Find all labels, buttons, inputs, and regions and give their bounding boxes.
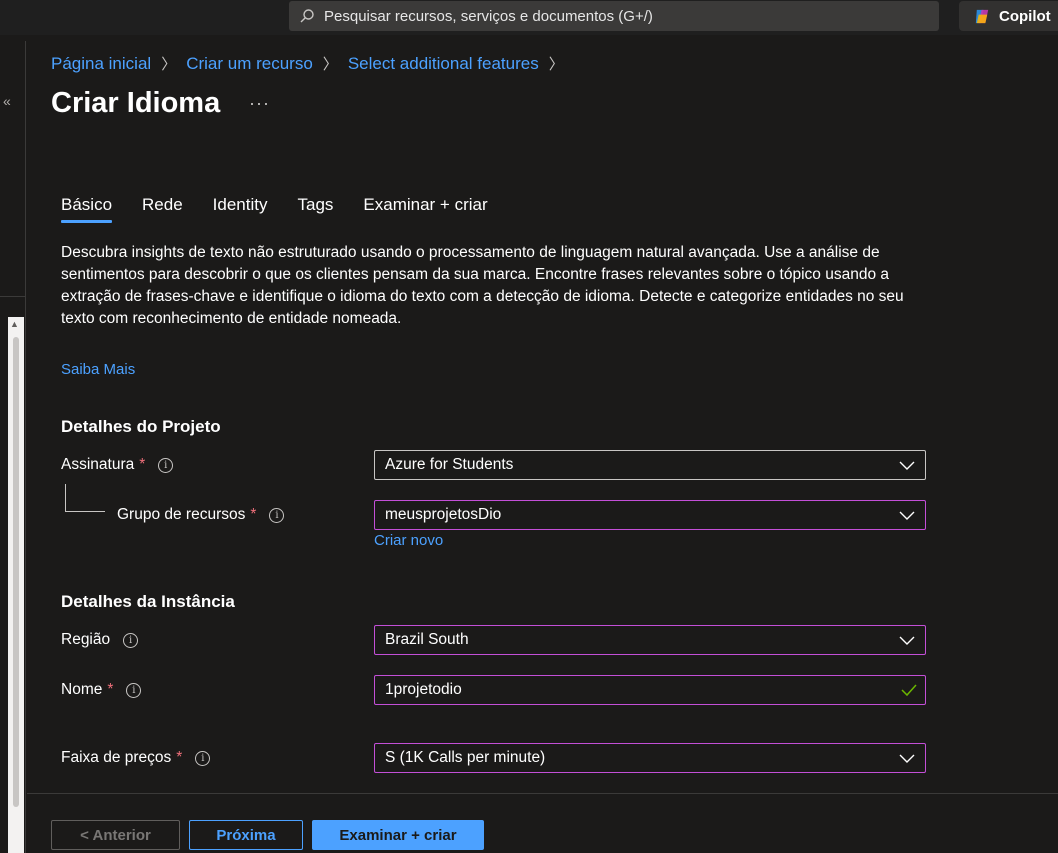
pricing-tier-select[interactable]: S (1K Calls per minute) bbox=[374, 743, 926, 773]
next-button[interactable]: Próxima bbox=[189, 820, 303, 850]
create-new-link[interactable]: Criar novo bbox=[374, 532, 443, 549]
required-marker: * bbox=[250, 506, 257, 523]
breadcrumb: Página inicial 〉 Criar um recurso 〉 Sele… bbox=[51, 53, 574, 74]
tab-bar: Básico Rede Identity Tags Examinar + cri… bbox=[61, 195, 518, 223]
region-label: Região i bbox=[61, 631, 139, 649]
footer-divider bbox=[27, 793, 1058, 794]
pricing-tier-value: S (1K Calls per minute) bbox=[385, 749, 546, 766]
resource-group-label: Grupo de recursos * i bbox=[117, 506, 285, 524]
project-details-heading: Detalhes do Projeto bbox=[61, 417, 221, 436]
tab-identity[interactable]: Identity bbox=[213, 195, 268, 223]
left-divider bbox=[0, 296, 26, 297]
review-create-button[interactable]: Examinar + criar bbox=[312, 820, 484, 850]
tab-tags[interactable]: Tags bbox=[297, 195, 333, 223]
subscription-value: Azure for Students bbox=[385, 456, 514, 473]
region-select[interactable]: Brazil South bbox=[374, 625, 926, 655]
required-marker: * bbox=[139, 456, 146, 473]
subscription-label-text: Assinatura bbox=[61, 456, 135, 473]
chevron-right-icon: 〉 bbox=[548, 56, 564, 73]
instance-details-heading: Detalhes da Instância bbox=[61, 592, 235, 611]
required-marker: * bbox=[107, 681, 114, 698]
region-label-text: Região bbox=[61, 631, 111, 648]
checkmark-icon bbox=[901, 684, 917, 697]
chevron-right-icon: 〉 bbox=[161, 56, 177, 73]
search-placeholder: Pesquisar recursos, serviços e documento… bbox=[324, 7, 653, 25]
name-label: Nome * i bbox=[61, 681, 142, 699]
name-value: 1projetodio bbox=[385, 681, 462, 698]
tree-connector bbox=[65, 511, 105, 512]
description-text: Descubra insights de texto não estrutura… bbox=[61, 244, 904, 327]
breadcrumb-home[interactable]: Página inicial bbox=[51, 54, 151, 74]
top-bar: Pesquisar recursos, serviços e documento… bbox=[0, 0, 1058, 35]
scroll-up-icon[interactable]: ▲ bbox=[10, 319, 19, 329]
info-icon[interactable]: i bbox=[195, 750, 211, 766]
search-icon bbox=[300, 9, 314, 23]
copilot-icon bbox=[975, 9, 989, 23]
info-icon[interactable]: i bbox=[269, 507, 285, 523]
tab-review-create[interactable]: Examinar + criar bbox=[363, 195, 487, 223]
scrollbar-thumb[interactable] bbox=[13, 337, 19, 807]
learn-more-link[interactable]: Saiba Mais bbox=[61, 361, 135, 378]
global-search-input[interactable]: Pesquisar recursos, serviços e documento… bbox=[289, 1, 939, 31]
left-rail: « ▲ bbox=[0, 41, 26, 853]
info-icon[interactable]: i bbox=[123, 632, 139, 648]
resource-group-value: meusprojetosDio bbox=[385, 506, 502, 523]
tab-basics[interactable]: Básico bbox=[61, 195, 113, 223]
page-title: Criar Idioma bbox=[51, 87, 221, 119]
main-content: Página inicial 〉 Criar um recurso 〉 Sele… bbox=[27, 35, 1058, 853]
breadcrumb-create-resource[interactable]: Criar um recurso bbox=[186, 54, 313, 74]
breadcrumb-select-features[interactable]: Select additional features bbox=[348, 54, 539, 74]
tab-network[interactable]: Rede bbox=[142, 195, 183, 223]
copilot-button[interactable]: Copilot bbox=[959, 1, 1058, 31]
resource-group-label-text: Grupo de recursos bbox=[117, 506, 246, 523]
tree-connector bbox=[65, 484, 66, 511]
info-icon[interactable]: i bbox=[158, 457, 174, 473]
info-icon[interactable]: i bbox=[126, 682, 142, 698]
chevron-down-icon bbox=[899, 754, 915, 763]
chevron-down-icon bbox=[899, 636, 915, 645]
pricing-tier-label: Faixa de preços * i bbox=[61, 749, 211, 767]
required-marker: * bbox=[176, 749, 183, 766]
chevron-right-icon: 〉 bbox=[322, 56, 338, 73]
name-input[interactable]: 1projetodio bbox=[374, 675, 926, 705]
name-label-text: Nome bbox=[61, 681, 103, 698]
previous-button[interactable]: < Anterior bbox=[51, 820, 180, 850]
collapse-icon[interactable]: « bbox=[3, 93, 11, 109]
more-options-icon[interactable]: ··· bbox=[249, 93, 270, 114]
subscription-label: Assinatura * i bbox=[61, 456, 174, 474]
subscription-select[interactable]: Azure for Students bbox=[374, 450, 926, 480]
chevron-down-icon bbox=[899, 461, 915, 470]
pricing-tier-label-text: Faixa de preços bbox=[61, 749, 172, 766]
copilot-label: Copilot bbox=[999, 7, 1051, 25]
scrollbar[interactable]: ▲ bbox=[8, 317, 24, 853]
chevron-down-icon bbox=[899, 511, 915, 520]
region-value: Brazil South bbox=[385, 631, 469, 648]
resource-group-select[interactable]: meusprojetosDio bbox=[374, 500, 926, 530]
